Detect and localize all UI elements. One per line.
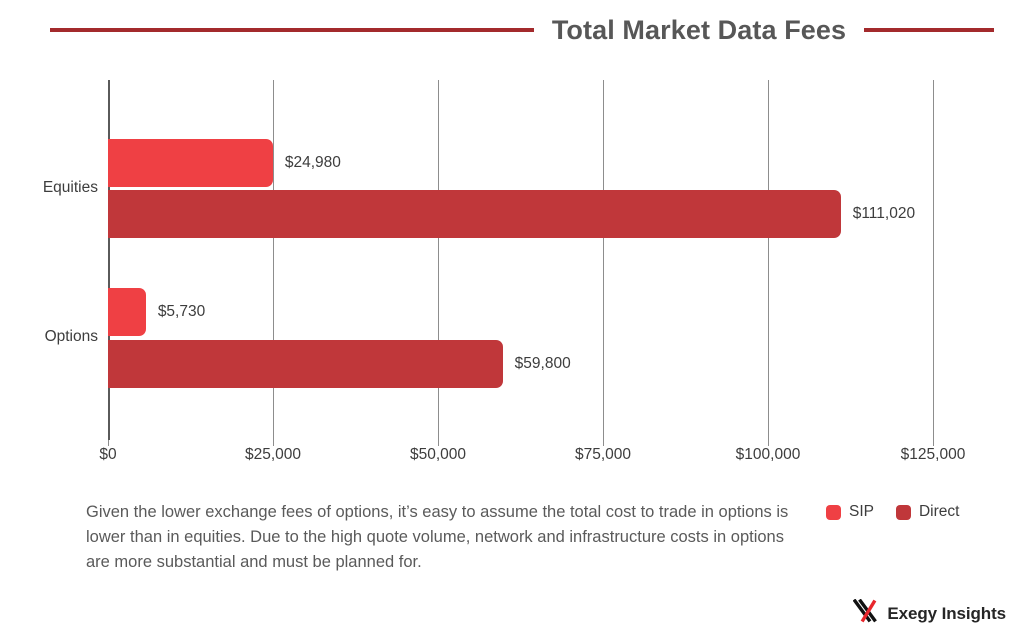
- legend-label-sip: SIP: [849, 503, 874, 520]
- x-axis-tick-label-0: $0: [99, 446, 117, 463]
- legend-item-direct[interactable]: Direct: [895, 503, 960, 521]
- brand-logo: Exegy Insights: [853, 598, 1006, 628]
- exegy-x-mark-icon: [853, 598, 879, 628]
- legend-swatch-direct-icon: [895, 504, 911, 520]
- chart-legend: SIP Direct: [826, 503, 959, 521]
- gridline-x-3: [603, 80, 604, 440]
- x-axis-tick-label-1: $25,000: [244, 446, 302, 463]
- title-band: Total Market Data Fees: [0, 10, 1024, 50]
- bar-value-label-sip-options: $5,730: [157, 303, 206, 320]
- x-axis-tick-label-2: $50,000: [409, 446, 467, 463]
- y-axis-tick-label-options: Options: [44, 328, 98, 345]
- bar-value-label-direct-equities: $111,020: [852, 205, 916, 222]
- y-axis-labels: Equities Options: [0, 80, 98, 440]
- gridline-x-4: [768, 80, 769, 440]
- bar-sip-options[interactable]: [108, 288, 146, 336]
- bar-sip-equities[interactable]: [108, 139, 273, 187]
- legend-swatch-sip-icon: [826, 504, 841, 520]
- x-axis-tick-label-3: $75,000: [574, 446, 632, 463]
- chart-page: Total Market Data Fees Equities Options …: [0, 0, 1024, 640]
- chart-canvas: Equities Options $0 $25,000 $50,000 $75,000…: [0, 66, 1024, 466]
- x-axis-tick-label-5: $125,000: [900, 446, 966, 463]
- bar-value-label-direct-options: $59,800: [514, 355, 571, 372]
- gridline-x-5: [933, 80, 934, 440]
- bar-direct-equities[interactable]: [108, 190, 841, 238]
- bar-value-label-sip-equities: $24,980: [284, 154, 341, 171]
- x-axis-tick-label-4: $100,000: [735, 446, 801, 463]
- page-title: Total Market Data Fees: [551, 14, 847, 45]
- chart-caption: Given the lower exchange fees of options…: [86, 503, 789, 572]
- legend-item-sip[interactable]: SIP: [826, 503, 874, 521]
- legend-label-direct: Direct: [918, 503, 960, 520]
- title-rule-right: [864, 28, 995, 32]
- brand-name: Exegy Insights: [887, 603, 1006, 623]
- plot-area: $0 $25,000 $50,000 $75,000 $100,000 $125,000 …: [99, 80, 965, 463]
- bar-direct-options[interactable]: [108, 340, 503, 388]
- title-rule-left: [49, 28, 534, 32]
- y-axis-tick-label-equities: Equities: [42, 178, 98, 196]
